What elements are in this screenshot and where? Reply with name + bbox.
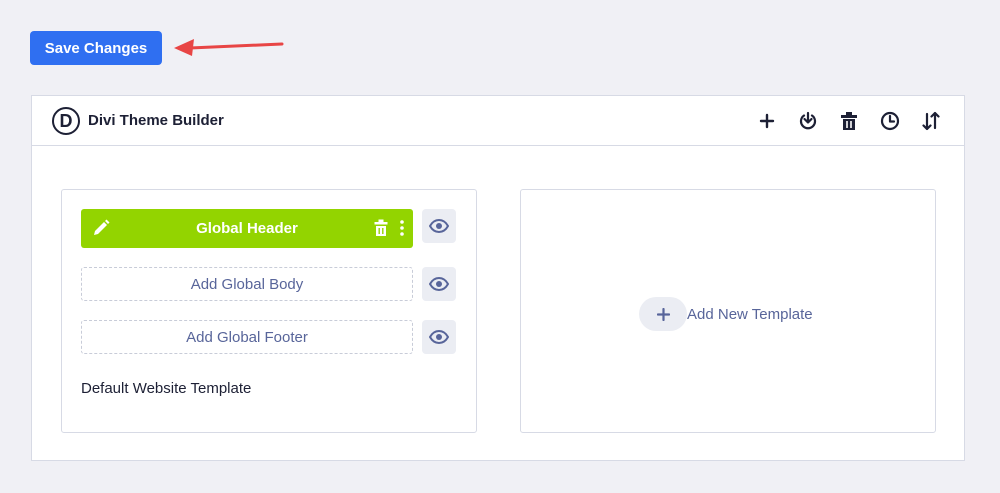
- pencil-icon[interactable]: [91, 218, 111, 242]
- global-header-label: Global Header: [196, 220, 298, 237]
- new-template-card[interactable]: Add New Template: [520, 189, 936, 433]
- sort-icon[interactable]: [917, 110, 944, 132]
- portability-icon[interactable]: [794, 110, 821, 132]
- add-global-footer-label: Add Global Footer: [186, 328, 308, 346]
- trash-icon[interactable]: [374, 219, 388, 241]
- history-icon[interactable]: [876, 110, 903, 132]
- divi-logo: D: [52, 107, 80, 135]
- default-template-card: Global Header Add Global Body Add Global…: [61, 189, 477, 433]
- body-visibility-toggle[interactable]: [422, 267, 456, 301]
- add-new-template-label: Add New Template: [687, 305, 813, 323]
- eye-icon: [429, 330, 449, 344]
- trash-icon[interactable]: [835, 110, 862, 132]
- annotation-arrow: [174, 39, 284, 56]
- global-header-slot[interactable]: Global Header: [81, 209, 413, 248]
- template-name: Default Website Template: [81, 380, 252, 397]
- add-global-body-label: Add Global Body: [190, 275, 304, 293]
- theme-builder-panel: D Divi Theme Builder Global Header Add G…: [31, 95, 965, 461]
- add-new-template-button[interactable]: Add New Template: [639, 297, 813, 331]
- toolbar-actions: [753, 110, 944, 132]
- panel-header: D Divi Theme Builder: [32, 96, 964, 146]
- panel-title: Divi Theme Builder: [88, 112, 224, 129]
- save-changes-button[interactable]: Save Changes: [30, 31, 162, 65]
- plus-icon: [639, 297, 687, 331]
- eye-icon: [429, 219, 449, 233]
- add-global-footer-slot[interactable]: Add Global Footer: [81, 320, 413, 354]
- header-visibility-toggle[interactable]: [422, 209, 456, 243]
- eye-icon: [429, 277, 449, 291]
- footer-visibility-toggle[interactable]: [422, 320, 456, 354]
- plus-icon[interactable]: [753, 110, 780, 132]
- add-global-body-slot[interactable]: Add Global Body: [81, 267, 413, 301]
- more-options-icon[interactable]: [400, 219, 404, 241]
